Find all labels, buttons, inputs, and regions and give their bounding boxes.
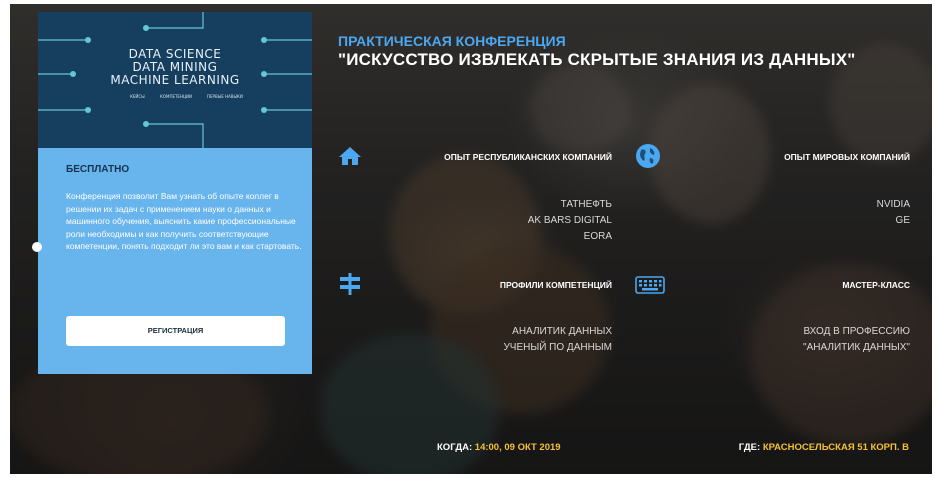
list-item: "АНАЛИТИК ДАННЫХ" [803,342,910,353]
list-item: EORA [583,231,612,242]
card-title-line-3: MACHINE LEARNING [110,73,240,87]
home-icon [338,146,362,171]
info-card: DATA SCIENCE DATA MINING MACHINE LEARNIN… [38,12,312,374]
list-item: AK BARS DIGITAL [527,215,612,226]
when-value: 14:00, 09 ОКТ 2019 [474,442,561,453]
master-class-list: ВХОД В ПРОФЕССИЮ "АНАЛИТИК ДАННЫХ" [803,324,910,356]
list-item: АНАЛИТИК ДАННЫХ [512,326,612,337]
list-item: ТАТНЕФТЬ [560,199,612,210]
event-where: ГДЕ: КРАСНОСЕЛЬСКАЯ 51 КОРП. В [739,442,909,453]
republic-companies-heading: ОПЫТ РЕСПУБЛИКАНСКИХ КОМПАНИЙ [444,152,612,162]
landing-page: DATA SCIENCE DATA MINING MACHINE LEARNIN… [0,0,942,478]
card-subtitle-item: первые навыки [207,94,243,99]
event-when: КОГДА: 14:00, 09 ОКТ 2019 [437,442,561,453]
where-label: ГДЕ: [738,442,761,453]
signpost-icon [339,272,361,301]
where-value: КРАСНОСЕЛЬСКАЯ 51 КОРП. В [762,442,909,453]
globe-icon [635,143,661,174]
competence-profiles-heading: ПРОФИЛИ КОМПЕТЕНЦИЙ [499,280,612,290]
world-companies-heading: ОПЫТ МИРОВЫХ КОМПАНИЙ [784,152,910,162]
master-class-heading: МАСТЕР-КЛАСС [842,280,910,290]
conference-kicker: ПРАКТИЧЕСКАЯ КОНФЕРЕНЦИЯ [338,33,566,49]
competence-profiles-list: АНАЛИТИК ДАННЫХ УЧЕНЫЙ ПО ДАННЫМ [503,324,612,356]
register-button[interactable]: РЕГИСТРАЦИЯ [66,316,285,346]
conference-title: "ИСКУССТВО ИЗВЛЕКАТЬ СКРЫТЫЕ ЗНАНИЯ ИЗ Д… [338,50,856,69]
slider-dot[interactable] [32,242,42,252]
card-banner: DATA SCIENCE DATA MINING MACHINE LEARNIN… [38,12,312,148]
list-item: NVIDIA [876,199,910,210]
world-companies-list: NVIDIA GE [877,197,910,229]
free-label: БЕСПЛАТНО [66,164,130,175]
list-item: GE [895,215,910,226]
republic-companies-list: ТАТНЕФТЬ AK BARS DIGITAL EORA [528,197,612,245]
card-subtitle-item: компетенции [160,94,193,99]
list-item: ВХОД В ПРОФЕССИЮ [803,326,910,337]
list-item: УЧЕНЫЙ ПО ДАННЫМ [503,342,612,353]
keyboard-icon [635,276,665,299]
card-subtitle-item: кейсы [130,94,145,99]
when-label: КОГДА: [437,442,473,453]
conference-description: Конференция позволит Вам узнать об опыте… [66,191,302,251]
